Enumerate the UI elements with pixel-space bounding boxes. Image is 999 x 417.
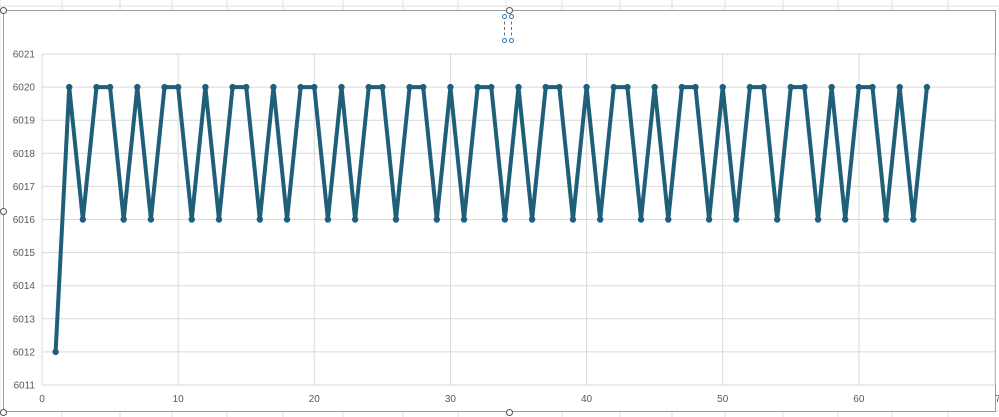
y-tick-label: 6012 — [13, 347, 36, 358]
data-point[interactable] — [229, 83, 236, 91]
resize-handle-middle-left[interactable] — [0, 208, 7, 215]
x-axis-tick-labels: 0 10 20 30 40 50 60 70 — [39, 394, 999, 405]
y-tick-label: 6019 — [13, 116, 36, 127]
data-point[interactable] — [79, 216, 87, 223]
data-point[interactable] — [188, 216, 195, 223]
data-point[interactable] — [147, 216, 155, 223]
resize-handle-bottom-left[interactable] — [0, 409, 7, 416]
data-point[interactable] — [760, 83, 767, 91]
data-point[interactable] — [651, 83, 658, 91]
data-point[interactable] — [787, 83, 794, 91]
data-point[interactable] — [351, 216, 359, 223]
line-chart: 6011601260136014601560166017601860196020… — [13, 50, 999, 406]
data-point[interactable] — [855, 83, 863, 91]
data-point[interactable] — [828, 83, 835, 91]
data-point[interactable] — [528, 216, 536, 223]
y-tick-label: 6020 — [13, 83, 36, 94]
y-tick-label: 6011 — [13, 381, 35, 392]
data-point[interactable] — [515, 83, 522, 91]
resize-handle-bottom-center[interactable] — [506, 409, 513, 416]
y-axis-tick-labels: 6011 6012 6013 6014 6015 6016 6017 6018 6019 6020… — [13, 50, 36, 392]
data-point[interactable] — [637, 216, 645, 223]
x-tick-label: 70 — [995, 394, 999, 405]
data-point[interactable] — [297, 83, 304, 91]
text-box-handle-bottom-right[interactable] — [509, 38, 514, 43]
data-point[interactable] — [842, 216, 849, 223]
y-tick-label: 6021 — [13, 50, 36, 61]
x-tick-label: 0 — [39, 394, 45, 405]
y-tick-label: 6016 — [13, 215, 36, 226]
data-point[interactable] — [174, 83, 182, 91]
data-point[interactable] — [692, 83, 699, 91]
data-point[interactable] — [678, 83, 686, 91]
data-point[interactable] — [624, 83, 631, 91]
x-tick-label: 50 — [717, 394, 729, 405]
x-tick-label: 60 — [853, 394, 865, 405]
data-point[interactable] — [420, 83, 427, 91]
data-point[interactable] — [66, 83, 73, 91]
x-tick-label: 20 — [309, 394, 321, 405]
data-point[interactable] — [542, 83, 549, 91]
y-tick-label: 6014 — [13, 281, 36, 292]
data-point[interactable] — [596, 216, 604, 223]
data-point[interactable] — [569, 216, 577, 223]
data-point[interactable] — [202, 83, 209, 91]
text-box-handle-bottom-left[interactable] — [502, 38, 507, 43]
data-point[interactable] — [719, 83, 726, 91]
data-point[interactable] — [134, 83, 141, 91]
data-point[interactable] — [311, 83, 318, 91]
data-point[interactable] — [433, 216, 441, 223]
data-point[interactable] — [161, 83, 168, 91]
data-point[interactable] — [338, 83, 345, 91]
data-point[interactable] — [243, 83, 250, 91]
x-tick-label: 10 — [173, 394, 185, 405]
data-point[interactable] — [283, 216, 291, 223]
data-point[interactable] — [106, 83, 114, 91]
text-box-handle-top-left[interactable] — [502, 14, 507, 19]
text-box-handle-top-right[interactable] — [509, 14, 514, 19]
data-point[interactable] — [814, 216, 822, 223]
data-point[interactable] — [474, 83, 481, 91]
data-point[interactable] — [270, 83, 277, 91]
data-point[interactable] — [93, 83, 100, 91]
data-point[interactable] — [501, 216, 509, 223]
y-tick-label: 6013 — [13, 314, 36, 325]
x-tick-label: 30 — [445, 394, 457, 405]
data-point[interactable] — [665, 216, 672, 223]
data-point[interactable] — [733, 216, 740, 223]
data-point[interactable] — [52, 348, 59, 356]
data-point[interactable] — [460, 216, 468, 223]
data-point[interactable] — [406, 83, 413, 91]
y-tick-label: 6018 — [13, 149, 36, 160]
data-point[interactable] — [882, 216, 890, 223]
y-tick-label: 6015 — [13, 248, 36, 259]
data-point[interactable] — [120, 216, 127, 223]
data-point[interactable] — [746, 83, 754, 91]
x-tick-label: 40 — [581, 394, 593, 405]
data-point[interactable] — [610, 83, 617, 91]
data-point[interactable] — [923, 83, 931, 91]
data-point[interactable] — [910, 216, 917, 223]
resize-handle-top-left[interactable] — [0, 7, 7, 14]
resize-handle-top-center[interactable] — [506, 7, 513, 14]
data-point[interactable] — [583, 83, 590, 91]
data-point[interactable] — [215, 216, 223, 223]
data-point[interactable] — [324, 216, 332, 223]
data-point[interactable] — [447, 83, 454, 91]
data-point[interactable] — [801, 83, 808, 91]
data-point[interactable] — [379, 83, 386, 91]
data-point[interactable] — [365, 83, 372, 91]
data-point[interactable] — [256, 216, 264, 223]
data-point[interactable] — [488, 83, 495, 91]
data-point[interactable] — [773, 216, 781, 223]
data-point[interactable] — [896, 83, 903, 91]
data-point[interactable] — [869, 83, 876, 91]
data-point[interactable] — [705, 216, 713, 223]
data-point[interactable] — [392, 216, 400, 223]
data-point[interactable] — [556, 83, 563, 91]
y-tick-label: 6017 — [13, 182, 36, 193]
